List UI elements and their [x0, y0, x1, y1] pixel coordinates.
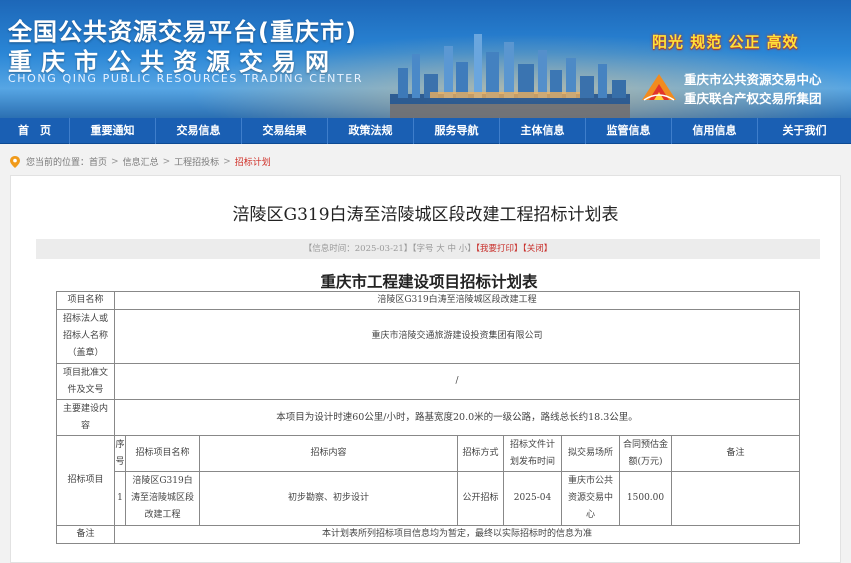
- column-header-venue: 拟交易场所: [561, 435, 620, 472]
- city-skyline-image: [390, 34, 630, 118]
- nav-policies[interactable]: 政策法规: [328, 118, 414, 144]
- nav-supervision-info[interactable]: 监管信息: [586, 118, 672, 144]
- row-no: 1: [114, 471, 126, 526]
- nav-credit-info[interactable]: 信用信息: [672, 118, 758, 144]
- main-nav: 首 页 重要通知 交易信息 交易结果 政策法规 服务导航 主体信息 监管信息 信…: [0, 118, 851, 144]
- content-label: 主要建设内容: [56, 399, 115, 436]
- site-title-english: CHONG QING PUBLIC RESOURCES TRADING CENT…: [8, 72, 364, 85]
- table-row: 1 涪陵区G319白涛至涪陵城区段改建工程 初步勘察、初步设计 公开招标 202…: [57, 471, 800, 526]
- info-date: 【信息时间：2025-03-21】: [303, 244, 413, 254]
- table-row: 项目名称 涪陵区G319白涛至涪陵城区段改建工程: [56, 291, 800, 310]
- row-content: 初步勘察、初步设计: [199, 471, 458, 526]
- exchange-logo-icon: [642, 74, 676, 101]
- column-header-release-time: 招标文件计划发布时间: [503, 435, 562, 472]
- close-link[interactable]: 【关闭】: [522, 244, 552, 254]
- nav-notices[interactable]: 重要通知: [70, 118, 156, 144]
- remark-label: 备注: [56, 525, 115, 544]
- row-remark: [671, 471, 800, 526]
- row-name: 涪陵区G319白涛至涪陵城区段改建工程: [125, 471, 200, 526]
- row-venue: 重庆市公共资源交易中心: [561, 471, 620, 526]
- breadcrumb-separator: >: [223, 156, 231, 167]
- items-label: 招标项目: [56, 435, 115, 526]
- org-name-line2: 重庆联合产权交易所集团: [684, 91, 822, 106]
- breadcrumb-home[interactable]: 首页: [89, 155, 107, 168]
- table-row: 招标法人或招标人名称（盖章） 重庆市涪陵交通旅游建设投资集团有限公司: [56, 309, 800, 364]
- project-name-value: 涪陵区G319白涛至涪陵城区段改建工程: [114, 291, 800, 310]
- location-pin-icon: [10, 155, 20, 168]
- column-header-name: 招标项目名称: [125, 435, 200, 472]
- column-header-content: 招标内容: [199, 435, 458, 472]
- bidding-plan-table: 项目名称 涪陵区G319白涛至涪陵城区段改建工程 招标法人或招标人名称（盖章） …: [56, 291, 800, 544]
- font-size-large-link[interactable]: 大: [436, 244, 445, 254]
- column-header-amount: 合同预估金额(万元): [619, 435, 672, 472]
- column-header-method: 招标方式: [457, 435, 504, 472]
- column-header-no: 序号: [114, 435, 126, 472]
- content-value: 本项目为设计时速60公里/小时，路基宽度20.0米的一级公路，路线总长约18.3…: [114, 399, 800, 436]
- slogan: 阳光 规范 公正 高效: [652, 33, 799, 51]
- breadcrumb-separator: >: [111, 156, 119, 167]
- remark-value: 本计划表所列招标项目信息均为暂定，最终以实际招标时的信息为准: [114, 525, 800, 544]
- table-header-row: 招标项目 序号 招标项目名称 招标内容 招标方式 招标文件计划发布时间 拟交易场…: [56, 435, 800, 526]
- font-size-small-link[interactable]: 小】: [459, 244, 476, 254]
- row-release-time: 2025-04: [503, 471, 562, 526]
- print-link[interactable]: 【我要打印】: [476, 244, 523, 254]
- row-amount: 1500.00: [619, 471, 672, 526]
- table-row: 主要建设内容 本项目为设计时速60公里/小时，路基宽度20.0米的一级公路，路线…: [56, 399, 800, 436]
- approval-value: /: [114, 363, 800, 400]
- row-method: 公开招标: [457, 471, 504, 526]
- tenderer-value: 重庆市涪陵交通旅游建设投资集团有限公司: [114, 309, 800, 364]
- nav-service-guide[interactable]: 服务导航: [414, 118, 500, 144]
- breadcrumb: 您当前的位置： 首页 > 信息汇总 > 工程招投标 > 招标计划: [10, 155, 271, 168]
- nav-entity-info[interactable]: 主体信息: [500, 118, 586, 144]
- table-row: 项目批准文件及文号 /: [56, 363, 800, 400]
- nav-about-us[interactable]: 关于我们: [758, 118, 851, 144]
- table-row: 备注 本计划表所列招标项目信息均为暂定，最终以实际招标时的信息为准: [56, 525, 800, 544]
- article-info-bar: 【信息时间：2025-03-21】【字号 大 中 小】【我要打印】【关闭】: [36, 239, 820, 259]
- tenderer-label: 招标法人或招标人名称（盖章）: [56, 309, 115, 364]
- plan-table-title: 重庆市工程建设项目招标计划表: [320, 272, 538, 291]
- article-title: 涪陵区G319白涛至涪陵城区段改建工程招标计划表: [232, 205, 619, 225]
- approval-label: 项目批准文件及文号: [56, 363, 115, 400]
- breadcrumb-engineering-bidding[interactable]: 工程招投标: [174, 155, 219, 168]
- site-banner: 全国公共资源交易平台(重庆市) 重庆市公共资源交易网 CHONG QING PU…: [0, 0, 851, 118]
- font-size-label: 【字号: [412, 244, 434, 254]
- font-size-medium-link[interactable]: 中: [447, 244, 456, 254]
- breadcrumb-separator: >: [162, 156, 171, 167]
- project-name-label: 项目名称: [56, 291, 115, 310]
- breadcrumb-bidding-plan[interactable]: 招标计划: [235, 155, 271, 168]
- column-header-remark: 备注: [671, 435, 800, 472]
- nav-trading-results[interactable]: 交易结果: [242, 118, 328, 144]
- nav-home[interactable]: 首 页: [0, 118, 70, 144]
- breadcrumb-info-summary[interactable]: 信息汇总: [123, 155, 159, 168]
- org-name-line1: 重庆市公共资源交易中心: [684, 72, 822, 87]
- nav-trading-info[interactable]: 交易信息: [156, 118, 242, 144]
- breadcrumb-prefix: 您当前的位置：: [26, 158, 90, 168]
